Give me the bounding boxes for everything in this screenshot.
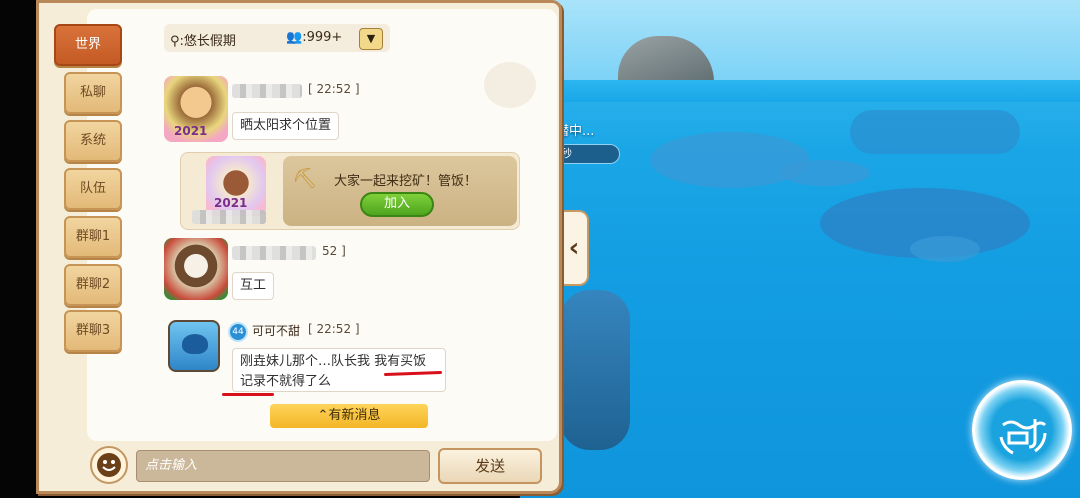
- tab-system[interactable]: 系统: [64, 120, 122, 162]
- message-line: 刚垚妹儿那个…队长我 我有买饭: [240, 354, 427, 369]
- pickaxe-icon: ⛏: [292, 166, 318, 190]
- emoji-button[interactable]: [90, 446, 128, 484]
- new-messages-label: 有新消息: [328, 408, 381, 423]
- tab-group-3[interactable]: 群聊3: [64, 310, 122, 352]
- avatar-frame-badge: 2021: [214, 196, 248, 210]
- message-bubble: 晒太阳求个位置: [232, 112, 340, 140]
- whale-avatar-icon: [182, 334, 208, 354]
- send-button[interactable]: 发送: [438, 448, 542, 484]
- chevron-left-icon: ‹: [568, 233, 580, 263]
- smiley-icon: [97, 453, 121, 477]
- horizon: [520, 80, 1080, 102]
- join-button[interactable]: 加入: [360, 192, 434, 217]
- game-screen: 潜中... 秒 ‹ 世界 私聊 系统 队伍 群聊1 群聊2 群聊3 ⚲:悠长假期…: [0, 0, 1080, 498]
- left-black-bar: [0, 0, 36, 498]
- channel-dropdown-button[interactable]: ▼: [359, 28, 383, 50]
- sea-creature-fin: [910, 236, 980, 262]
- new-messages-button[interactable]: ⌃有新消息: [270, 404, 428, 428]
- chevron-down-icon: ▼: [366, 32, 376, 45]
- tab-group-2[interactable]: 群聊2: [64, 264, 122, 306]
- chat-input[interactable]: 点击输入: [136, 450, 430, 482]
- people-icon: 👥: [286, 30, 303, 45]
- tab-world[interactable]: 世界: [54, 24, 122, 66]
- player-name: 可可不甜: [252, 324, 301, 338]
- sea-creature-fin: [780, 160, 870, 186]
- message-bubble: 互工: [232, 272, 275, 300]
- player-name-blurred: [192, 210, 266, 224]
- avatar-frame-badge: 2021: [174, 124, 208, 138]
- player-name-blurred: [232, 84, 302, 98]
- online-count: 👥:999+: [286, 30, 342, 45]
- tab-team[interactable]: 队伍: [64, 168, 122, 210]
- player-name-blurred: [232, 246, 316, 260]
- message-time: [ 22:52 ]: [308, 82, 360, 96]
- snorkel-icon: [999, 419, 1047, 455]
- message-bubble: 刚垚妹儿那个…队长我 我有买饭 记录不就得了么: [232, 348, 446, 392]
- message-time: 52 ]: [322, 244, 346, 258]
- location-pin-icon: ⚲: [170, 34, 180, 49]
- message-time: [ 22:52 ]: [308, 322, 360, 336]
- dive-timer-pill: 秒: [556, 144, 620, 164]
- underwater-shadow: [850, 110, 1020, 154]
- location-name: 悠长假期: [183, 34, 236, 49]
- level-badge: 44: [228, 322, 248, 342]
- mascot-watermark: [484, 62, 536, 108]
- online-count-value: :999+: [302, 30, 343, 45]
- location-label: ⚲:悠长假期: [170, 34, 236, 49]
- invite-text: 大家一起来挖矿！管饭！: [334, 174, 478, 189]
- tab-group-1[interactable]: 群聊1: [64, 216, 122, 258]
- tab-private[interactable]: 私聊: [64, 72, 122, 114]
- dive-action-button[interactable]: [972, 380, 1072, 480]
- collapse-chat-button[interactable]: ‹: [561, 210, 589, 286]
- player-character: [560, 290, 630, 450]
- avatar[interactable]: [164, 238, 228, 300]
- red-underline-mark: [222, 393, 274, 396]
- chevron-up-icon: ⌃: [317, 408, 329, 423]
- sky: [520, 0, 1080, 82]
